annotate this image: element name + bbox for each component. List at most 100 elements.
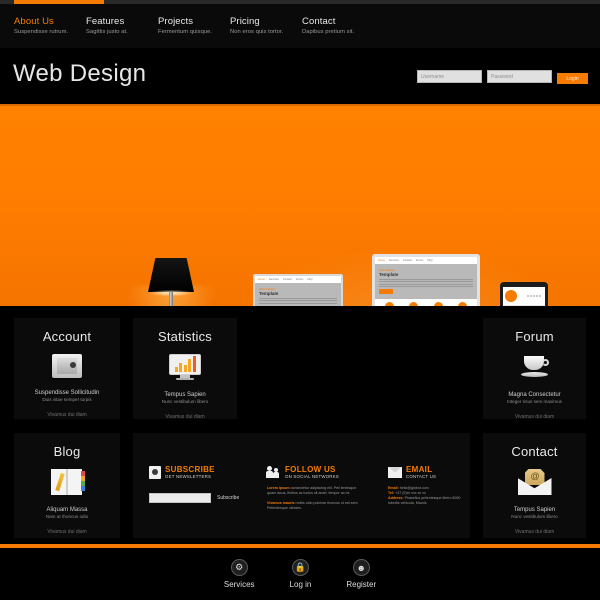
nav-item-about-us[interactable]: About Us Suspendisse rutrum.: [14, 16, 86, 37]
mockup-cta-button: [379, 288, 393, 294]
card-footnote: Vivamus dui diam: [47, 412, 87, 418]
nav-item-title: About Us: [14, 16, 54, 27]
nav-item-subtitle: Sagittis justo at.: [86, 29, 128, 35]
lamp-neck-icon: [169, 292, 173, 306]
tablet-mockup: 123: [500, 282, 548, 306]
card-footnote: Vivamus dui diam: [514, 414, 555, 419]
laptop-screen: Home Services Contact Forum FAQ Web Desi…: [253, 274, 343, 306]
card-description: Nam at rhoncus odio: [45, 514, 89, 519]
tablet-screen: 123: [503, 287, 545, 306]
email-block: EMAIL CONTACT US Email: hello@globot.com…: [388, 465, 464, 506]
follow-paragraph-1: Lorem ipsum consectetur adipiscing elit.…: [267, 486, 359, 496]
newsletter-icon: [149, 465, 161, 479]
mockup-nav-forum: Forum: [295, 278, 304, 281]
mockup-nav-home: Home: [378, 259, 385, 262]
nav-item-features[interactable]: Features Sagittis justo at.: [86, 16, 158, 37]
site-header: Web Design Login: [0, 48, 600, 105]
card-title: Statistics: [157, 329, 212, 344]
mockup-nav-home: Home: [258, 278, 265, 281]
bottom-item-services[interactable]: ⚙ Services: [224, 559, 255, 589]
mockup-feature-row: [375, 298, 477, 306]
nav-item-subtitle: Dapibus pretium sit.: [302, 29, 355, 35]
monitor-screen: Home Services Contact Forum FAQ Web Desi…: [372, 254, 480, 306]
nav-item-subtitle: Non eros quis tortor.: [230, 29, 284, 35]
follow-subtitle: ON SOCIAL NETWORKS: [285, 474, 339, 479]
safe-icon: [52, 354, 82, 378]
subscribe-button[interactable]: Subscribe: [217, 495, 239, 501]
mockup-nav-services: Services: [268, 278, 279, 281]
card-title: Account: [42, 329, 92, 344]
tablet-dots: [517, 295, 543, 297]
mockup-mini-nav: Home Services Contact Forum FAQ: [255, 276, 341, 283]
card-subtitle: Suspendisse Sollicitudin: [34, 390, 100, 396]
subscribe-subtitle: GET NEWSLETTERS: [165, 474, 212, 479]
tel-label: Tel:: [388, 491, 395, 495]
card-blog[interactable]: Blog Aliquam Massa Nam at rhoncus odio V…: [14, 433, 120, 538]
follow-title: FOLLOW US: [285, 465, 336, 474]
tablet-profile-header: [503, 287, 545, 305]
desktop-monitor-mockup: Home Services Contact Forum FAQ Web Desi…: [372, 254, 480, 306]
card-subtitle: Tempus Sapien: [164, 392, 206, 398]
nav-item-pricing[interactable]: Pricing Non eros quis tortor.: [230, 16, 302, 37]
password-input[interactable]: [487, 70, 552, 83]
nav-item-title: Contact: [302, 16, 336, 27]
services-icon: ⚙: [230, 559, 248, 576]
card-description: Integer risus sem maximus: [507, 399, 562, 404]
address-label: Address:: [388, 496, 404, 500]
coffee-cup-icon: [520, 354, 550, 380]
login-button[interactable]: Login: [557, 73, 588, 84]
email-value: hello@globot.com: [399, 486, 429, 490]
login-area: Login: [417, 69, 588, 84]
card-description: Nunc vestibulum libero: [161, 399, 209, 404]
mockup-heading: Template: [379, 272, 399, 277]
chart-monitor-icon: [169, 354, 201, 380]
mockup-hero: Web Design Template: [255, 283, 341, 306]
mockup-nav-faq: FAQ: [307, 278, 313, 281]
follow-header: FOLLOW US ON SOCIAL NETWORKS: [266, 465, 359, 479]
bottom-item-register[interactable]: ☻ Register: [346, 559, 376, 589]
hero-section: Home Services Contact Forum FAQ Web Desi…: [0, 106, 600, 306]
email-details: Email: hello@globot.com Tel: +37 (0)xx x…: [388, 486, 464, 506]
card-statistics[interactable]: Statistics Tempus Sapien Nunc vestibulum…: [133, 318, 237, 419]
mockup-text-lines: [379, 279, 473, 287]
mockup-text-lines: [259, 298, 337, 304]
card-forum[interactable]: Forum Magna Consectetur Integer risus se…: [483, 318, 586, 419]
bottom-item-label: Services: [223, 580, 255, 589]
person-icon: ☻: [352, 559, 370, 576]
mockup-nav-faq: FAQ: [427, 259, 433, 262]
mockup-hero: Web Design Template: [375, 264, 477, 299]
nav-item-contact[interactable]: Contact Dapibus pretium sit.: [302, 16, 374, 37]
subscribe-title: SUBSCRIBE: [165, 465, 215, 474]
nav-item-projects[interactable]: Projects Fermentum quisque.: [158, 16, 230, 37]
card-subtitle: Magna Consectetur: [508, 392, 561, 398]
email-header: EMAIL CONTACT US: [388, 465, 464, 479]
card-description: Nunc vestibulum libero: [511, 514, 558, 519]
card-description: Duis vitae semper turpis: [42, 397, 92, 402]
mockup-nav-contact: Contact: [402, 259, 412, 262]
subscribe-email-input[interactable]: [149, 493, 211, 503]
lock-icon: 🔒: [291, 559, 309, 576]
tablet-text-lines: [503, 305, 545, 306]
mockup-mini-nav: Home Services Contact Forum FAQ: [375, 257, 477, 264]
nav-item-title: Features: [86, 16, 125, 27]
subscribe-header: SUBSCRIBE GET NEWSLETTERS: [149, 465, 239, 479]
envelope-icon: [388, 466, 402, 478]
card-subtitle: Aliquam Massa: [46, 507, 88, 513]
email-label: Email:: [388, 486, 399, 490]
site-title: Web Design: [13, 60, 147, 87]
card-footnote: Vivamus dui diam: [514, 529, 555, 535]
nav-item-subtitle: Fermentum quisque.: [158, 29, 213, 35]
avatar: [505, 290, 517, 302]
mockup-nav-services: Services: [388, 259, 399, 262]
bottom-item-label: Register: [346, 580, 377, 589]
card-footnote: Vivamus dui diam: [165, 414, 205, 419]
card-account[interactable]: Account Suspendisse Sollicitudin Duis vi…: [14, 318, 120, 419]
lamp-shade-icon: [148, 258, 194, 292]
card-contact[interactable]: Contact @ Tempus Sapien Nunc vestibulum …: [483, 433, 586, 538]
username-input[interactable]: [417, 70, 482, 83]
mockup-heading: Template: [259, 291, 279, 296]
bottom-item-login[interactable]: 🔒 Log in: [290, 559, 311, 589]
follow-lead-1: Lorem ipsum: [267, 486, 290, 490]
card-title: Blog: [53, 444, 81, 459]
subscribe-block: SUBSCRIBE GET NEWSLETTERS Subscribe: [149, 465, 239, 503]
